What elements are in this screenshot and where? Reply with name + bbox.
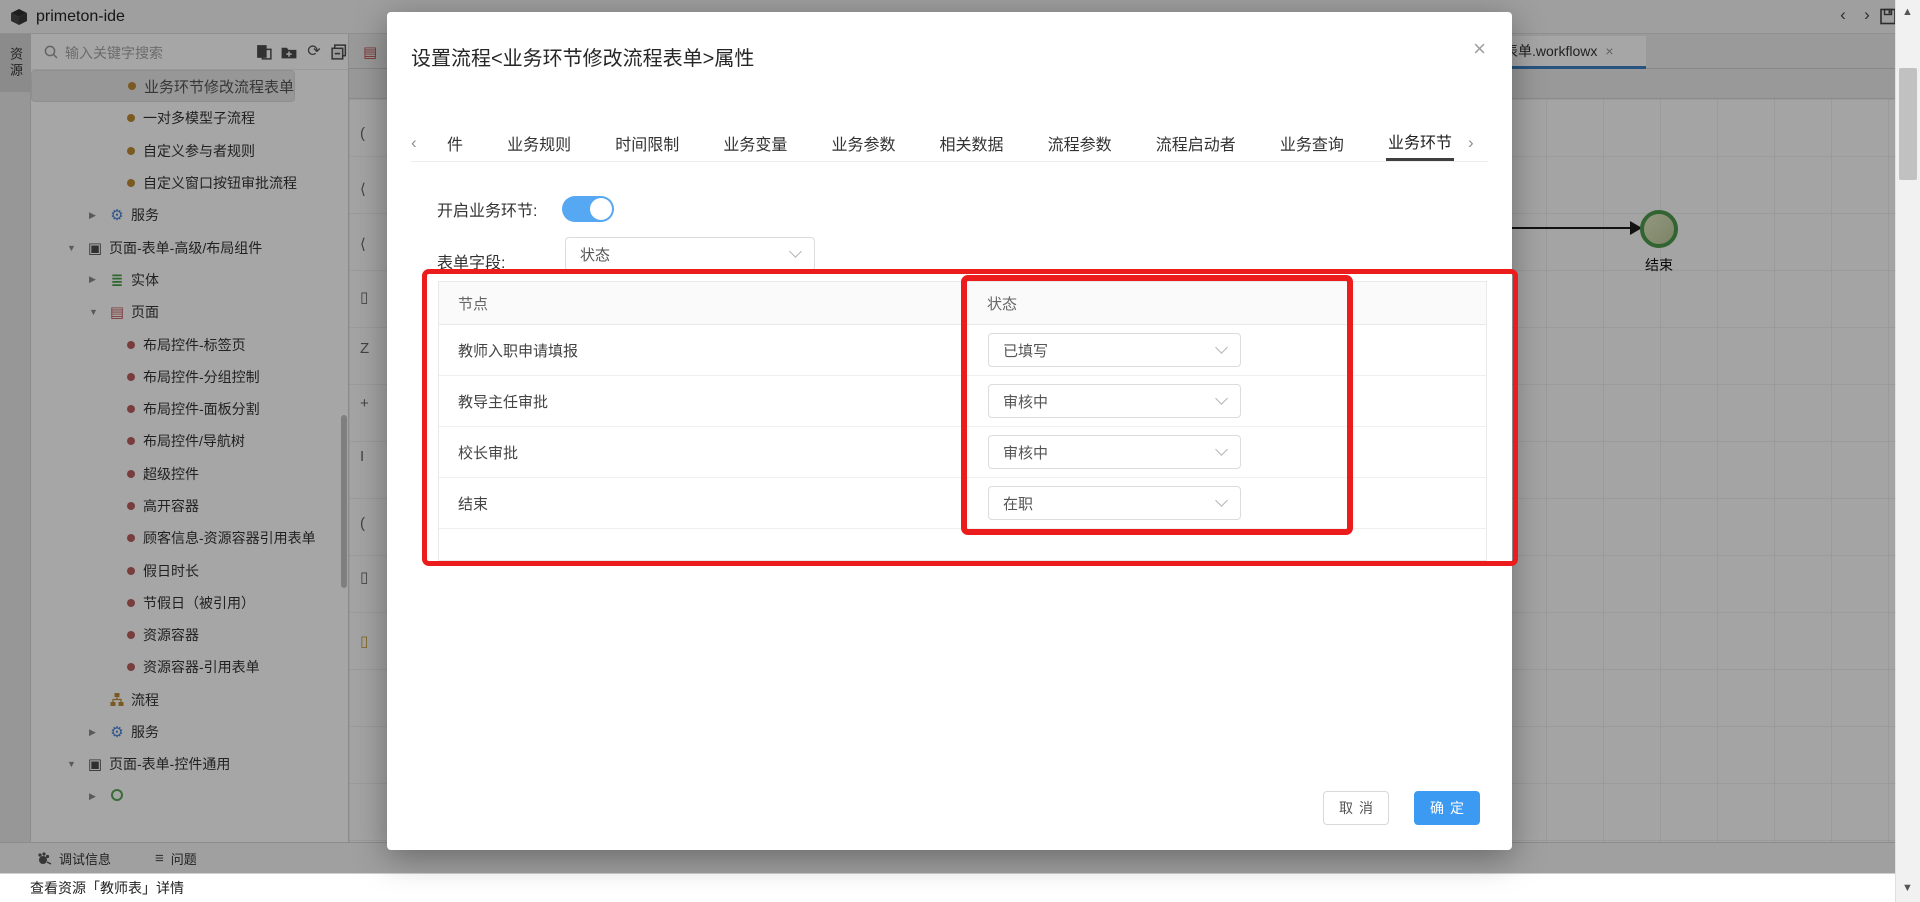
- status-select[interactable]: 审核中: [988, 435, 1241, 469]
- table-header-row: 节点 状态: [439, 282, 1486, 325]
- tab-process-params[interactable]: 流程参数: [1046, 124, 1114, 161]
- tab-business-variables[interactable]: 业务变量: [721, 124, 789, 161]
- tab-business-stage[interactable]: 业务环节: [1386, 124, 1454, 161]
- status-select[interactable]: 已填写: [988, 333, 1241, 367]
- enable-stage-toggle[interactable]: [562, 196, 614, 222]
- chevron-down-icon: [1215, 443, 1228, 456]
- toggle-row: 开启业务环节:: [437, 196, 537, 222]
- table-row: 教导主任审批 审核中: [439, 376, 1486, 427]
- chevron-down-icon: [1215, 494, 1228, 507]
- tab-process-starter[interactable]: 流程启动者: [1154, 124, 1238, 161]
- table-row: 结束 在职: [439, 478, 1486, 529]
- status-select[interactable]: 审核中: [988, 384, 1241, 418]
- ok-button[interactable]: 确定: [1414, 791, 1480, 825]
- application-window: primeton-ide ‹ › 资源 输入关键字搜索: [0, 0, 1920, 902]
- field-label: 表单字段:: [437, 249, 505, 273]
- field-row: 表单字段:: [437, 244, 505, 278]
- table-row: 校长审批 审核中: [439, 427, 1486, 478]
- tab-partial[interactable]: 件: [445, 124, 465, 161]
- vertical-scrollbar[interactable]: ▲ ▼: [1895, 0, 1920, 902]
- toggle-label: 开启业务环节:: [437, 197, 537, 221]
- scrollbar-thumb[interactable]: [1899, 68, 1917, 180]
- header-node: 节点: [439, 293, 987, 314]
- tab-related-data[interactable]: 相关数据: [938, 124, 1006, 161]
- tab-time-limit[interactable]: 时间限制: [613, 124, 681, 161]
- form-field-select[interactable]: 状态: [565, 237, 815, 271]
- tab-business-params[interactable]: 业务参数: [829, 124, 897, 161]
- status-text: 查看资源「教师表」详情: [30, 878, 184, 898]
- scroll-up-icon[interactable]: ▲: [1902, 6, 1913, 18]
- status-bar: 查看资源「教师表」详情: [0, 873, 1895, 902]
- status-select[interactable]: 在职: [988, 486, 1241, 520]
- cancel-button[interactable]: 取消: [1323, 791, 1389, 825]
- chevron-down-icon: [1215, 341, 1228, 354]
- stage-status-table: 节点 状态 教师入职申请填报 已填写 教导主任审批 审核中 校长审批 审核中 结…: [438, 281, 1487, 561]
- dialog-tab-bar: ‹ 件 业务规则 时间限制 业务变量 业务参数 相关数据 流程参数 流程启动者 …: [411, 124, 1488, 162]
- chevron-down-icon: [789, 245, 802, 258]
- tabs-scroll-left-icon[interactable]: ‹: [411, 124, 431, 161]
- tab-business-query[interactable]: 业务查询: [1278, 124, 1346, 161]
- tabs-scroll-right-icon[interactable]: ›: [1468, 124, 1488, 161]
- scroll-down-icon[interactable]: ▼: [1902, 882, 1913, 894]
- dialog-title: 设置流程<业务环节修改流程表单>属性: [411, 42, 754, 71]
- dialog-close-icon[interactable]: ×: [1473, 36, 1486, 62]
- table-row: 教师入职申请填报 已填写: [439, 325, 1486, 376]
- chevron-down-icon: [1215, 392, 1228, 405]
- header-status: 状态: [987, 293, 1387, 314]
- tab-business-rules[interactable]: 业务规则: [505, 124, 573, 161]
- process-properties-dialog: 设置流程<业务环节修改流程表单>属性 × ‹ 件 业务规则 时间限制 业务变量 …: [387, 12, 1512, 850]
